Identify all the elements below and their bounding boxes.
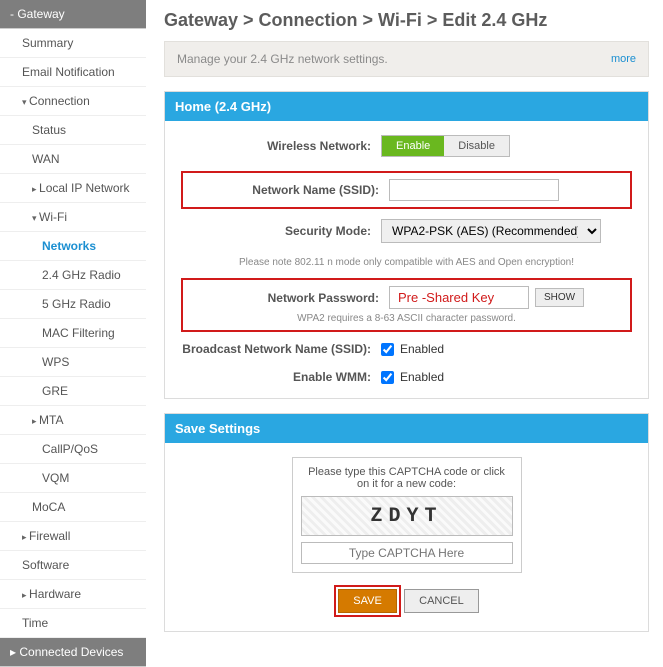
show-password-button[interactable]: SHOW (535, 288, 584, 307)
breadcrumb: Gateway > Connection > Wi-Fi > Edit 2.4 … (164, 10, 649, 31)
ssid-label: Network Name (SSID): (189, 183, 389, 197)
ssid-callout: Network Name (SSID): (181, 171, 632, 209)
row-wmm: Enable WMM: Enabled (181, 370, 632, 384)
nav-connection[interactable]: Connection (0, 87, 146, 116)
password-display: Pre -Shared Key (389, 286, 529, 309)
row-wireless-network: Wireless Network: Enable Disable (181, 135, 632, 157)
nav-hardware[interactable]: Hardware (0, 580, 146, 609)
notice-bar: Manage your 2.4 GHz network settings. mo… (164, 41, 649, 77)
disable-button[interactable]: Disable (444, 136, 509, 156)
captcha-image[interactable]: ZDYT (301, 496, 513, 536)
password-hint: WPA2 requires a 8-63 ASCII character pas… (189, 313, 624, 324)
cancel-button[interactable]: CANCEL (404, 589, 479, 613)
wmm-label: Enable WMM: (181, 370, 381, 384)
nav-firewall[interactable]: Firewall (0, 522, 146, 551)
broadcast-enabled-text: Enabled (400, 342, 444, 356)
nav-5ghz-radio[interactable]: 5 GHz Radio (0, 290, 146, 319)
wmm-enabled-text: Enabled (400, 370, 444, 384)
nav-email-notification[interactable]: Email Notification (0, 58, 146, 87)
more-link[interactable]: more (611, 53, 636, 65)
save-button[interactable]: SAVE (338, 589, 397, 613)
security-mode-label: Security Mode: (181, 224, 381, 238)
panel-home: Home (2.4 GHz) Wireless Network: Enable … (164, 91, 649, 399)
nav-24ghz-radio[interactable]: 2.4 GHz Radio (0, 261, 146, 290)
nav-wifi[interactable]: Wi-Fi (0, 203, 146, 232)
captcha-message: Please type this CAPTCHA code or click o… (301, 466, 513, 490)
notice-message: Manage your 2.4 GHz network settings. (177, 52, 388, 66)
nav-local-ip[interactable]: Local IP Network (0, 174, 146, 203)
wmm-checkbox[interactable] (381, 371, 394, 384)
wireless-toggle[interactable]: Enable Disable (381, 135, 510, 157)
captcha-input[interactable] (301, 542, 513, 564)
nav-gre[interactable]: GRE (0, 377, 146, 406)
panel-save-settings: Save Settings Please type this CAPTCHA c… (164, 413, 649, 632)
nav-mta[interactable]: MTA (0, 406, 146, 435)
wireless-network-label: Wireless Network: (181, 139, 381, 153)
panel-save-title: Save Settings (165, 414, 648, 443)
panel-home-title: Home (2.4 GHz) (165, 92, 648, 121)
password-label: Network Password: (189, 291, 389, 305)
nav-wan[interactable]: WAN (0, 145, 146, 174)
nav-summary[interactable]: Summary (0, 29, 146, 58)
security-mode-select[interactable]: WPA2-PSK (AES) (Recommended) (381, 219, 601, 243)
nav-time[interactable]: Time (0, 609, 146, 638)
row-security-mode: Security Mode: WPA2-PSK (AES) (Recommend… (181, 219, 632, 243)
nav-callp-qos[interactable]: CallP/QoS (0, 435, 146, 464)
broadcast-checkbox[interactable] (381, 343, 394, 356)
nav-section-gateway[interactable]: - Gateway (0, 0, 146, 29)
ssid-input[interactable] (389, 179, 559, 201)
nav-section-connected-devices[interactable]: ▸ Connected Devices (0, 638, 146, 667)
security-hint: Please note 802.11 n mode only compatibl… (181, 257, 632, 268)
nav-software[interactable]: Software (0, 551, 146, 580)
sidebar: - Gateway Summary Email Notification Con… (0, 0, 150, 667)
nav-moca[interactable]: MoCA (0, 493, 146, 522)
captcha-box: Please type this CAPTCHA code or click o… (292, 457, 522, 573)
nav-vqm[interactable]: VQM (0, 464, 146, 493)
nav-status[interactable]: Status (0, 116, 146, 145)
broadcast-label: Broadcast Network Name (SSID): (181, 342, 381, 356)
enable-button[interactable]: Enable (382, 136, 444, 156)
nav-wps[interactable]: WPS (0, 348, 146, 377)
password-callout: Network Password: Pre -Shared Key SHOW W… (181, 278, 632, 332)
nav-networks[interactable]: Networks (0, 232, 146, 261)
nav-mac-filtering[interactable]: MAC Filtering (0, 319, 146, 348)
row-broadcast-ssid: Broadcast Network Name (SSID): Enabled (181, 342, 632, 356)
main-content: Gateway > Connection > Wi-Fi > Edit 2.4 … (150, 0, 663, 667)
